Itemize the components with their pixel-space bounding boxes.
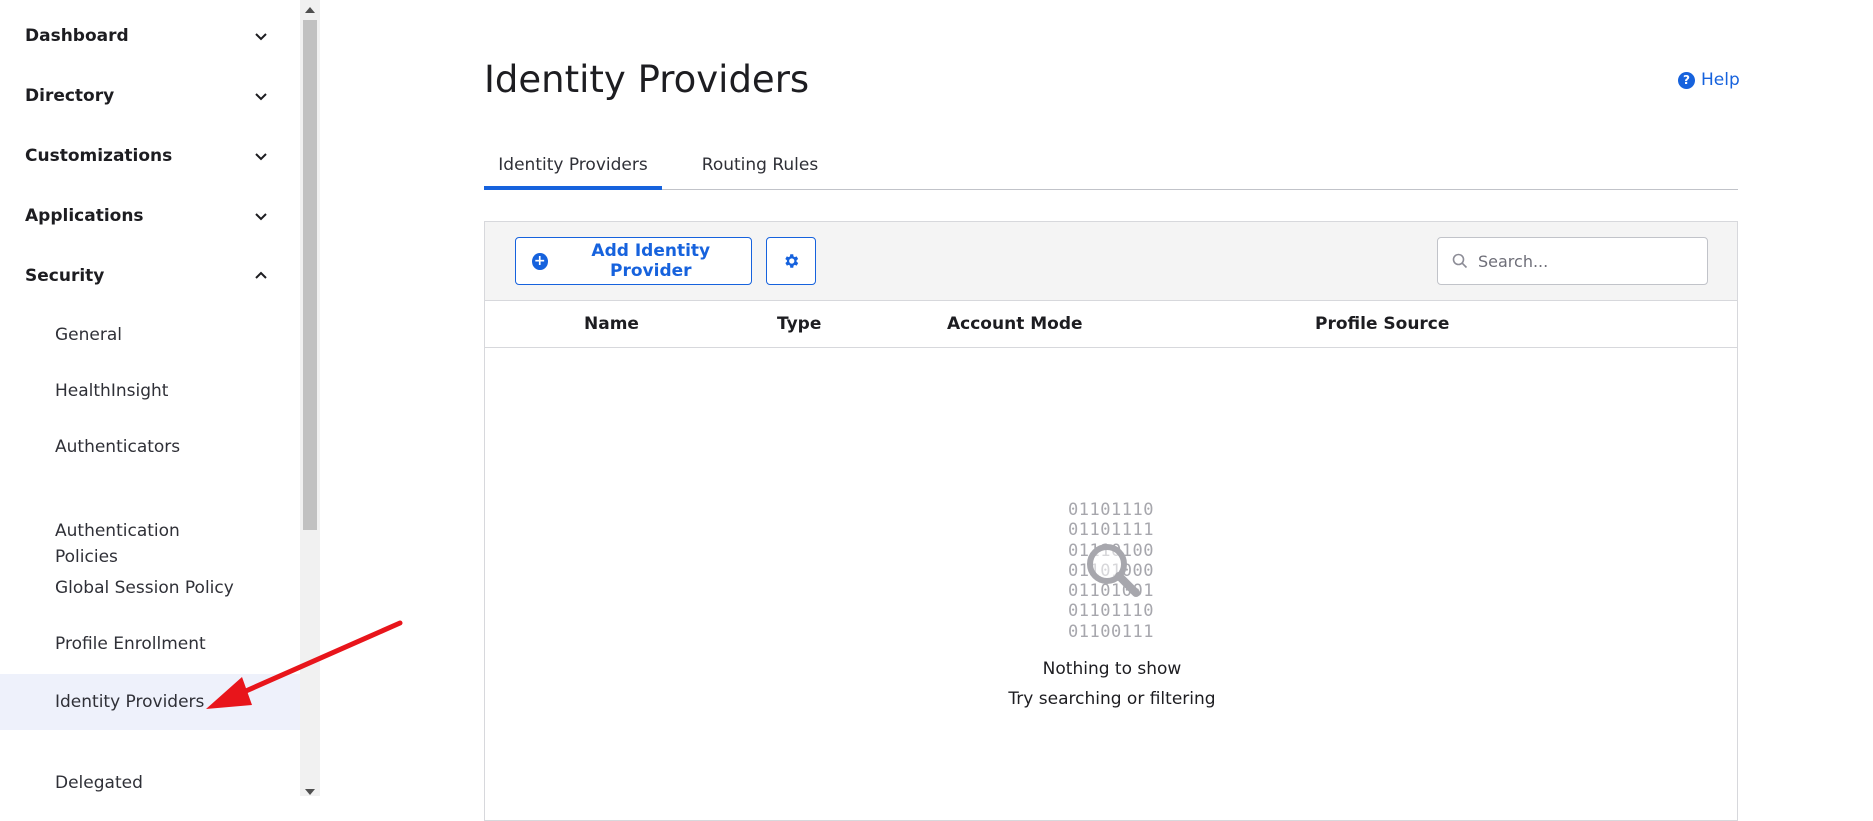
column-header-name[interactable]: Name [584,301,639,348]
tab-identity-providers[interactable]: Identity Providers [484,140,662,190]
sidebar-group-dashboard[interactable]: Dashboard [0,8,300,64]
sidebar-item-identity-providers[interactable]: Identity Providers [0,674,300,730]
chevron-down-icon [255,213,267,221]
magnifier-icon [1087,544,1140,597]
column-header-profile-source[interactable]: Profile Source [1315,301,1449,348]
binary-line: 01101110 [1068,500,1154,520]
page-title: Identity Providers [484,58,810,101]
sidebar-item-label: Identity Providers [55,692,205,712]
sidebar-item-label: Authenticators [55,437,181,457]
empty-state-subtitle: Try searching or filtering [1008,689,1216,709]
empty-state-title: Nothing to show [1042,659,1182,679]
sidebar-item-label: Global Session Policy [55,578,234,598]
sidebar-item-healthinsight[interactable]: HealthInsight [0,378,300,404]
sidebar-group-label: Applications [25,206,144,226]
sidebar-group-label: Security [25,266,105,286]
search-input[interactable] [1476,250,1686,272]
add-identity-provider-label: Add Identity Provider [591,241,711,281]
plus-circle-icon: + [532,252,548,270]
sidebar-item-general[interactable]: General [0,322,300,348]
tab-routing-rules[interactable]: Routing Rules [674,140,846,190]
sidebar-scrollbar[interactable] [300,0,320,796]
sidebar-item-profile-enrollment[interactable]: Profile Enrollment [0,631,300,657]
sidebar-item-label: HealthInsight [55,381,169,401]
gear-icon [785,254,799,268]
sidebar-nav: Dashboard Directory Customizations Appli… [0,0,300,796]
sidebar-group-customizations[interactable]: Customizations [0,128,300,184]
sidebar-item-label: General [55,325,122,345]
help-label: Help [1701,70,1740,90]
binary-line: 01101111 [1068,520,1154,541]
sidebar-item-authentication-policies[interactable]: Authentication Policies [0,492,300,567]
sidebar-group-directory[interactable]: Directory [0,68,300,124]
scrollbar-thumb[interactable] [303,20,317,530]
identity-providers-table: + Add Identity Provider Name Type Accoun… [484,221,1738,821]
table-header: Name Type Account Mode Profile Source [485,301,1737,348]
sidebar-item-authenticators[interactable]: Authenticators [0,434,300,460]
sidebar-item-delegated-authentication[interactable]: Delegated Authentication [0,744,300,796]
add-identity-provider-button[interactable]: + Add Identity Provider [515,237,752,285]
sidebar-group-label: Directory [25,86,115,106]
tab-label: Identity Providers [498,155,648,175]
column-header-account-mode[interactable]: Account Mode [947,301,1083,348]
sidebar-group-security[interactable]: Security [0,248,300,304]
sidebar-group-label: Dashboard [25,26,129,46]
chevron-up-icon [255,271,267,279]
search-field[interactable] [1437,237,1708,285]
tab-label: Routing Rules [701,155,819,175]
scroll-up-arrow-icon[interactable] [305,7,315,13]
sidebar-item-global-session-policy[interactable]: Global Session Policy [0,575,300,601]
column-header-type[interactable]: Type [777,301,821,348]
table-toolbar: + Add Identity Provider [485,222,1737,301]
binary-line: 01101110 [1068,601,1154,622]
sidebar-group-label: Customizations [25,146,173,166]
help-link[interactable]: ? Help [1678,70,1740,90]
sidebar-item-label: Delegated Authentication [55,773,143,793]
chevron-down-icon [255,93,267,101]
chevron-down-icon [255,33,267,41]
sidebar-item-label: Profile Enrollment [55,634,206,654]
tab-bar: Identity Providers Routing Rules [484,140,1738,190]
binary-line: 01100111 [1068,621,1154,642]
sidebar-item-label: Authentication Policies [55,521,180,567]
help-icon: ? [1678,71,1695,89]
chevron-down-icon [255,153,267,161]
settings-button[interactable] [766,237,816,285]
scroll-down-arrow-icon[interactable] [305,789,315,795]
sidebar-group-applications[interactable]: Applications [0,188,300,244]
search-icon [1452,253,1468,269]
